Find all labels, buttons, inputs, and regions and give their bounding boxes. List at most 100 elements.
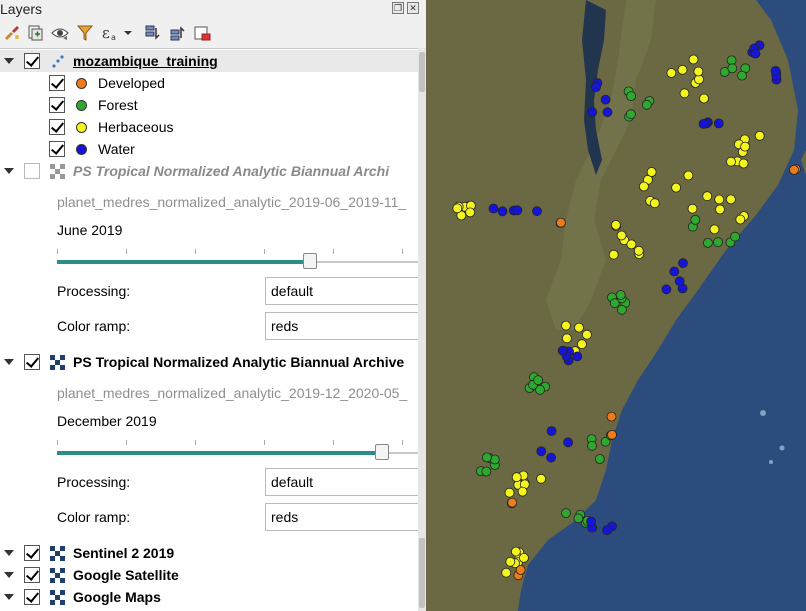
scrollbar-thumb[interactable] [419,538,425,608]
filter-icon[interactable] [75,23,95,43]
training-point-herbaceous[interactable] [693,66,704,77]
training-point-herbaceous[interactable] [610,220,621,230]
legend-item-water[interactable]: Water [0,138,418,160]
training-point-water[interactable] [591,82,601,93]
training-point-forest[interactable] [737,70,747,81]
layer-checkbox[interactable] [24,53,40,69]
training-point-water[interactable] [661,284,672,295]
training-point-herbaceous[interactable] [740,141,751,152]
color-ramp-select[interactable]: reds [265,503,418,531]
training-point-water[interactable] [674,276,685,287]
training-point-herbaceous[interactable] [646,167,657,177]
training-point-forest[interactable] [615,290,626,300]
training-point-forest[interactable] [727,63,738,74]
color-ramp-select[interactable]: reds [265,312,418,340]
close-panel-button[interactable]: ✕ [407,2,419,14]
training-point-herbaceous[interactable] [465,207,475,218]
processing-select[interactable]: default [265,277,418,305]
training-point-herbaceous[interactable] [626,239,637,250]
training-point-forest[interactable] [713,237,723,248]
layer-row-training[interactable]: mozambique_training [0,50,418,72]
training-point-herbaceous[interactable] [633,245,644,256]
training-point-water[interactable] [536,446,547,457]
layer-checkbox[interactable] [24,163,40,179]
training-point-developed[interactable] [606,411,617,422]
training-point-herbaceous[interactable] [517,486,528,497]
training-point-forest[interactable] [625,109,636,120]
training-point-herbaceous[interactable] [709,224,720,235]
training-point-water[interactable] [546,426,557,436]
expression-filter-icon[interactable]: εa [100,23,134,43]
training-point-water[interactable] [678,258,688,269]
training-point-water[interactable] [602,525,613,535]
training-point-herbaceous[interactable] [687,203,698,214]
training-point-forest[interactable] [573,513,584,524]
training-point-forest[interactable] [730,231,741,242]
training-point-water[interactable] [586,516,597,527]
training-point-forest[interactable] [561,508,571,518]
training-point-herbaceous[interactable] [574,322,584,333]
training-point-herbaceous[interactable] [511,472,522,483]
layer-checkbox[interactable] [24,567,40,583]
training-point-water[interactable] [600,94,611,105]
training-point-water[interactable] [587,107,598,117]
training-point-forest[interactable] [690,214,701,225]
training-point-water[interactable] [770,66,781,76]
training-point-forest[interactable] [587,440,597,451]
training-point-water[interactable] [563,437,574,448]
training-point-forest[interactable] [609,298,620,309]
class-checkbox[interactable] [49,97,65,113]
training-point-herbaceous[interactable] [638,181,649,192]
training-point-water[interactable] [669,266,680,277]
remove-layer-icon[interactable] [192,23,212,43]
training-point-herbaceous[interactable] [501,567,512,578]
training-point-herbaceous[interactable] [702,191,713,202]
map-canvas[interactable] [426,0,806,611]
training-point-water[interactable] [698,119,709,129]
float-panel-button[interactable]: ❐ [392,2,404,14]
legend-item-herbaceous[interactable]: Herbaceous [0,116,418,138]
training-point-herbaceous[interactable] [726,156,736,167]
training-point-water[interactable] [572,351,583,362]
training-point-herbaceous[interactable] [714,194,725,205]
training-point-herbaceous[interactable] [649,198,660,209]
add-group-icon[interactable] [25,23,45,43]
training-point-water[interactable] [497,206,508,217]
layer-row-june[interactable]: PS Tropical Normalized Analytic Biannual… [0,160,418,182]
training-point-forest[interactable] [626,91,637,101]
training-point-herbaceous[interactable] [561,333,572,344]
training-point-water[interactable] [713,118,724,129]
training-point-forest[interactable] [482,452,492,463]
layer-tree-scrollbar[interactable] [418,48,426,611]
class-checkbox[interactable] [49,75,65,91]
training-point-herbaceous[interactable] [608,249,619,260]
training-point-herbaceous[interactable] [452,203,463,214]
training-point-herbaceous[interactable] [504,487,515,498]
layer-checkbox[interactable] [24,545,40,561]
training-point-herbaceous[interactable] [715,204,725,215]
training-point-herbaceous[interactable] [519,553,529,563]
class-checkbox[interactable] [49,119,65,135]
training-point-water[interactable] [750,48,761,59]
training-point-herbaceous[interactable] [683,170,694,181]
training-point-forest[interactable] [533,375,543,386]
layer-row-google-satellite[interactable]: Google Satellite [0,564,418,586]
training-point-developed[interactable] [555,217,566,228]
training-point-herbaceous[interactable] [616,230,627,241]
collapse-arrow-icon[interactable] [4,550,14,556]
layer-row-sentinel[interactable]: Sentinel 2 2019 [0,542,418,564]
training-point-forest[interactable] [481,466,492,477]
training-point-herbaceous[interactable] [754,130,765,141]
training-point-water[interactable] [602,107,613,118]
layer-checkbox[interactable] [24,589,40,605]
map-svg[interactable] [426,0,806,611]
training-point-developed[interactable] [515,565,526,575]
training-point-herbaceous[interactable] [666,68,677,78]
training-point-herbaceous[interactable] [699,93,709,104]
training-point-water[interactable] [512,205,523,216]
training-point-water[interactable] [488,203,499,214]
training-point-developed[interactable] [507,497,518,508]
legend-item-forest[interactable]: Forest [0,94,418,116]
training-point-herbaceous[interactable] [576,339,587,350]
training-point-water[interactable] [546,452,556,463]
